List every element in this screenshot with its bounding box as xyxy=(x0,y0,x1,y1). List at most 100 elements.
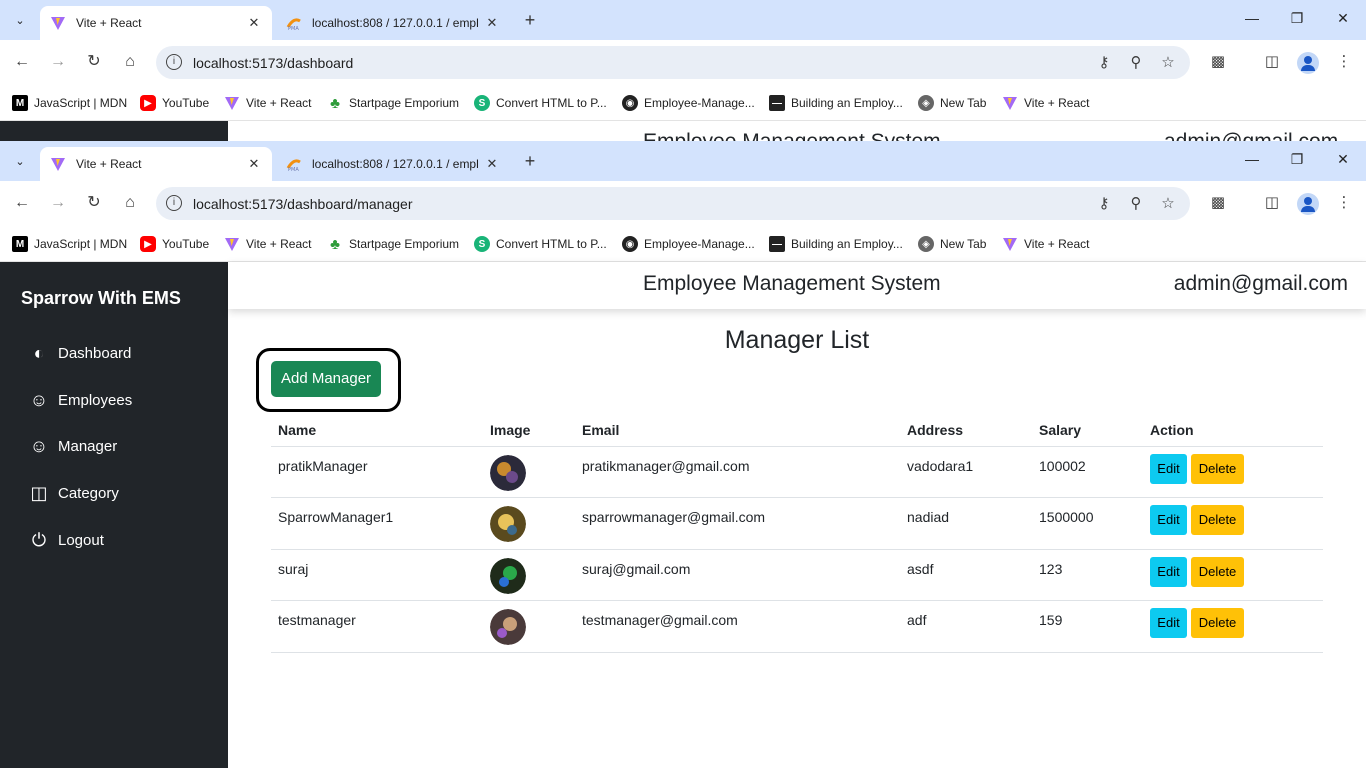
mdn-icon: M xyxy=(12,236,28,252)
back-arrow-icon[interactable]: ← xyxy=(12,52,32,72)
table-row: testmanager testmanager@gmail.com adf 15… xyxy=(271,600,1323,653)
sidebar-item-manager[interactable]: ☺ Manager xyxy=(28,436,117,456)
star-icon[interactable]: ☆ xyxy=(1158,53,1178,73)
side-panel-icon[interactable]: ◫ xyxy=(1262,52,1282,72)
bookmark[interactable]: ― Building an Employ... xyxy=(769,236,903,252)
site-info-icon[interactable]: i xyxy=(166,195,182,211)
bookmark[interactable]: ◈ New Tab xyxy=(918,95,986,111)
back-arrow-icon[interactable]: ← xyxy=(12,193,32,213)
key-icon[interactable]: ⚷ xyxy=(1094,194,1114,214)
cell-name: pratikManager xyxy=(271,446,483,498)
new-tab-button[interactable]: + xyxy=(519,10,541,31)
bookmark-label: JavaScript | MDN xyxy=(34,237,128,251)
restore-icon[interactable]: ❐ xyxy=(1287,151,1307,168)
close-tab-icon[interactable]: ✕ xyxy=(246,15,262,31)
delete-button[interactable]: Delete xyxy=(1191,453,1244,484)
bookmark[interactable]: Vite + React xyxy=(224,95,311,111)
close-window-icon[interactable]: ✕ xyxy=(1333,151,1353,168)
delete-button[interactable]: Delete xyxy=(1191,505,1244,535)
side-panel-icon[interactable]: ◫ xyxy=(1262,193,1282,213)
bookmark[interactable]: Vite + React xyxy=(224,236,311,252)
bookmarks-bar: M JavaScript | MDN ▶ YouTube Vite + React … xyxy=(0,226,1366,262)
minimize-icon[interactable]: — xyxy=(1242,10,1262,26)
more-menu-icon[interactable]: ⋮ xyxy=(1334,52,1354,72)
mdn-icon: M xyxy=(12,95,28,111)
back-browser-window: ⌄ Vite + React ✕ PMA localhost:808 / 127… xyxy=(0,0,1366,141)
bookmark[interactable]: ♣ Startpage Emporium xyxy=(327,236,459,253)
sidebar-item-dashboard[interactable]: ◐ Dashboard xyxy=(28,343,132,363)
tab-vite-react[interactable]: Vite + React ✕ xyxy=(40,147,272,181)
forward-arrow-icon[interactable]: → xyxy=(48,52,68,72)
cell-address: vadodara1 xyxy=(900,446,1032,498)
vite-icon xyxy=(225,97,239,110)
more-menu-icon[interactable]: ⋮ xyxy=(1334,193,1354,213)
front-browser-window: ⌄ Vite + React ✕ PMA localhost:808 / 127… xyxy=(0,141,1366,262)
edit-button[interactable]: Edit xyxy=(1150,453,1187,484)
browser-toolbar: ← → ↻ ⌂ i localhost:5173/dashboard ⚷ ⚲ ☆… xyxy=(0,40,1366,85)
cell-image xyxy=(483,497,575,550)
profile-avatar-icon[interactable] xyxy=(1297,52,1319,74)
bookmark-label: YouTube xyxy=(162,96,210,110)
close-tab-icon[interactable]: ✕ xyxy=(484,15,500,31)
tab-search-button[interactable]: ⌄ xyxy=(8,8,32,32)
bookmark[interactable]: Vite + React xyxy=(1002,236,1089,252)
bookmark[interactable]: M JavaScript | MDN xyxy=(12,236,127,252)
edit-button[interactable]: Edit xyxy=(1150,608,1187,638)
bookmark[interactable]: ◉ Employee-Manage... xyxy=(622,95,755,111)
address-bar[interactable]: i localhost:5173/dashboard ⚷ ⚲ ☆ xyxy=(156,46,1190,79)
bookmark[interactable]: ♣ Startpage Emporium xyxy=(327,95,459,112)
tab-phpmyadmin[interactable]: PMA localhost:808 / 127.0.0.1 / empl ✕ xyxy=(276,147,510,181)
back-user-email: admin@gmail.com xyxy=(1164,130,1338,141)
bookmark[interactable]: Vite + React xyxy=(1002,95,1089,111)
bookmark[interactable]: ◉ Employee-Manage... xyxy=(622,236,755,252)
bookmark-label: Employee-Manage... xyxy=(644,237,755,251)
bookmark[interactable]: ▶ YouTube xyxy=(140,95,209,111)
home-icon[interactable]: ⌂ xyxy=(120,193,140,213)
edit-button[interactable]: Edit xyxy=(1150,505,1187,535)
zoom-icon[interactable]: ⚲ xyxy=(1126,53,1146,73)
key-icon[interactable]: ⚷ xyxy=(1094,53,1114,73)
brand-title[interactable]: Sparrow With EMS xyxy=(21,288,181,309)
minimize-icon[interactable]: — xyxy=(1242,151,1262,167)
sidebar-item-category[interactable]: ◫ Category xyxy=(28,483,118,503)
restore-icon[interactable]: ❐ xyxy=(1287,10,1307,27)
home-icon[interactable]: ⌂ xyxy=(120,52,140,72)
address-url[interactable]: localhost:5173/dashboard/manager xyxy=(193,196,413,212)
bookmark[interactable]: M JavaScript | MDN xyxy=(12,95,127,111)
bookmark-label: YouTube xyxy=(162,237,210,251)
forward-arrow-icon[interactable]: → xyxy=(48,193,68,213)
extensions-icon[interactable]: ▩ xyxy=(1208,193,1228,213)
vite-icon xyxy=(225,238,239,251)
sidebar-item-logout[interactable]: ⏻ Logout xyxy=(28,530,104,550)
bookmark[interactable]: S Convert HTML to P... xyxy=(474,236,607,252)
tab-search-button[interactable]: ⌄ xyxy=(8,149,32,173)
star-icon[interactable]: ☆ xyxy=(1158,194,1178,214)
extensions-icon[interactable]: ▩ xyxy=(1208,52,1228,72)
vite-icon xyxy=(51,158,65,171)
bookmark[interactable]: ▶ YouTube xyxy=(140,236,209,252)
bookmark[interactable]: ― Building an Employ... xyxy=(769,95,903,111)
reload-icon[interactable]: ↻ xyxy=(84,52,104,72)
edit-button[interactable]: Edit xyxy=(1150,556,1187,587)
tab-vite-react[interactable]: Vite + React ✕ xyxy=(40,6,272,40)
people-icon: ☺ xyxy=(29,436,49,456)
delete-button[interactable]: Delete xyxy=(1191,608,1244,638)
add-manager-button[interactable]: Add Manager xyxy=(271,361,381,397)
site-info-icon[interactable]: i xyxy=(166,54,182,70)
close-tab-icon[interactable]: ✕ xyxy=(484,156,500,172)
close-window-icon[interactable]: ✕ xyxy=(1333,10,1353,27)
close-tab-icon[interactable]: ✕ xyxy=(246,156,262,172)
reload-icon[interactable]: ↻ xyxy=(84,193,104,213)
tab-phpmyadmin[interactable]: PMA localhost:808 / 127.0.0.1 / empl ✕ xyxy=(276,6,510,40)
profile-avatar-icon[interactable] xyxy=(1297,193,1319,215)
main-content: Employee Management System admin@gmail.c… xyxy=(228,262,1366,768)
address-bar[interactable]: i localhost:5173/dashboard/manager ⚷ ⚲ ☆ xyxy=(156,187,1190,220)
column-header: Name xyxy=(271,414,483,447)
address-url[interactable]: localhost:5173/dashboard xyxy=(193,55,353,71)
bookmark[interactable]: ◈ New Tab xyxy=(918,236,986,252)
new-tab-button[interactable]: + xyxy=(519,151,541,172)
zoom-icon[interactable]: ⚲ xyxy=(1126,194,1146,214)
bookmark[interactable]: S Convert HTML to P... xyxy=(474,95,607,111)
sidebar-item-employees[interactable]: ☺ Employees xyxy=(28,390,132,410)
delete-button[interactable]: Delete xyxy=(1191,556,1244,587)
